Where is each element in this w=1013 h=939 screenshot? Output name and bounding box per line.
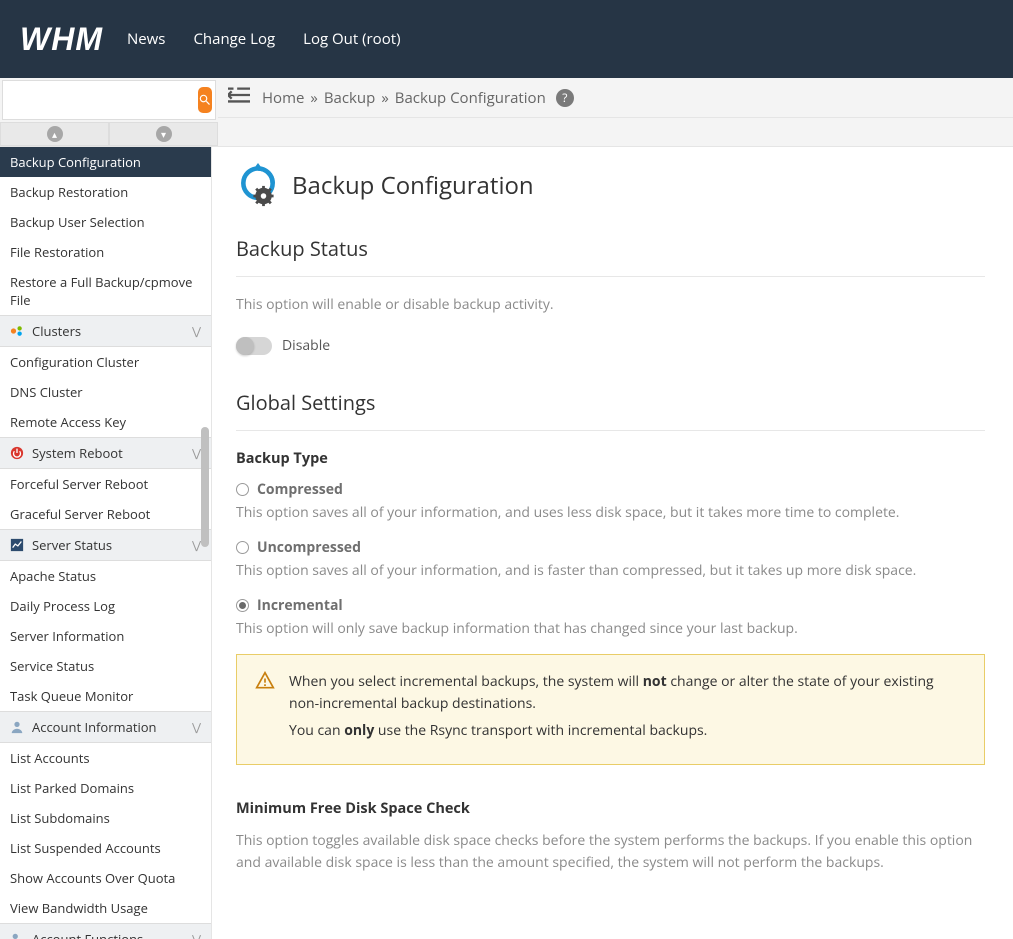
sidebar-group-server-status[interactable]: Server Status ⋁ (0, 529, 211, 561)
radio-uncompressed[interactable] (236, 541, 249, 554)
backup-configuration-icon (236, 163, 280, 207)
radio-incremental-label: Incremental (257, 596, 343, 615)
cluster-icon (10, 324, 24, 338)
top-nav: News Change Log Log Out (root) (127, 29, 401, 49)
radio-uncompressed-desc: This option saves all of your informatio… (236, 561, 985, 580)
backup-enable-toggle[interactable] (236, 337, 272, 355)
sidebar-item-graceful-reboot[interactable]: Graceful Server Reboot (0, 499, 211, 529)
sidebar-group-clusters[interactable]: Clusters ⋁ (0, 315, 211, 347)
radio-compressed[interactable] (236, 483, 249, 496)
sidebar-item-forceful-reboot[interactable]: Forceful Server Reboot (0, 469, 211, 499)
sidebar-item-service-status[interactable]: Service Status (0, 651, 211, 681)
radio-incremental-desc: This option will only save backup inform… (236, 619, 985, 638)
chevron-down-icon: ⋁ (192, 446, 201, 461)
chart-icon (10, 538, 24, 552)
backup-status-heading: Backup Status (236, 235, 985, 262)
min-disk-space-label: Minimum Free Disk Space Check (236, 799, 985, 818)
sidebar-item-backup-user-selection[interactable]: Backup User Selection (0, 207, 211, 237)
sidebar-group-system-reboot[interactable]: System Reboot ⋁ (0, 437, 211, 469)
warning-text: When you select incremental backups, the… (289, 671, 966, 748)
hamburger-icon (228, 86, 250, 104)
sidebar-item-daily-process-log[interactable]: Daily Process Log (0, 591, 211, 621)
sidebar-item-list-parked-domains[interactable]: List Parked Domains (0, 773, 211, 803)
toggle-label: Disable (282, 336, 330, 355)
sidebar-item-backup-configuration[interactable]: Backup Configuration (0, 147, 211, 177)
whm-logo: WHM (20, 21, 103, 58)
chevron-down-icon: ⋁ (192, 324, 201, 339)
top-header: WHM News Change Log Log Out (root) (0, 0, 1013, 78)
breadcrumb-home[interactable]: Home (262, 88, 304, 108)
sidebar-group-label: Clusters (32, 322, 81, 340)
scrollbar-thumb[interactable] (201, 427, 209, 547)
chevron-up-icon: ▴ (47, 126, 63, 142)
sidebar-item-list-accounts[interactable]: List Accounts (0, 743, 211, 773)
breadcrumb-backup[interactable]: Backup (324, 88, 375, 108)
collapse-all-button[interactable]: ▴ (0, 122, 109, 146)
radio-uncompressed-label: Uncompressed (257, 538, 361, 557)
chevron-down-icon: ⋁ (192, 538, 201, 553)
help-button[interactable]: ? (556, 89, 574, 107)
radio-compressed-desc: This option saves all of your informatio… (236, 503, 985, 522)
sidebar-item-view-bandwidth-usage[interactable]: View Bandwidth Usage (0, 893, 211, 923)
sidebar-group-account-functions[interactable]: Account Functions ⋁ (0, 923, 211, 939)
search-button[interactable] (198, 87, 212, 113)
backup-status-description: This option will enable or disable backu… (236, 295, 985, 314)
backup-type-label: Backup Type (236, 449, 985, 468)
user-icon (10, 720, 24, 734)
main-content: Backup Configuration Backup Status This … (212, 147, 1013, 939)
warning-icon (255, 671, 275, 748)
min-disk-space-desc: This option toggles available disk space… (236, 830, 985, 873)
chevron-down-icon: ⋁ (192, 720, 201, 735)
nav-log-out[interactable]: Log Out (root) (303, 29, 400, 49)
sidebar-group-account-information[interactable]: Account Information ⋁ (0, 711, 211, 743)
global-settings-heading: Global Settings (236, 389, 985, 416)
sidebar-group-label: System Reboot (32, 444, 123, 462)
chevron-down-icon: ⋁ (192, 932, 201, 939)
sidebar-group-label: Account Information (32, 718, 157, 736)
expand-all-button[interactable]: ▾ (109, 122, 218, 146)
sidebar-item-backup-restoration[interactable]: Backup Restoration (0, 177, 211, 207)
sidebar-item-apache-status[interactable]: Apache Status (0, 561, 211, 591)
sidebar-item-task-queue-monitor[interactable]: Task Queue Monitor (0, 681, 211, 711)
sidebar-group-label: Server Status (32, 536, 112, 554)
sidebar-item-dns-cluster[interactable]: DNS Cluster (0, 377, 211, 407)
nav-news[interactable]: News (127, 29, 166, 49)
sidebar-item-server-information[interactable]: Server Information (0, 621, 211, 651)
sidebar-item-restore-full-backup[interactable]: Restore a Full Backup/cpmove File (0, 267, 211, 315)
power-icon (10, 446, 24, 460)
sidebar-item-list-suspended-accounts[interactable]: List Suspended Accounts (0, 833, 211, 863)
sidebar-item-show-accounts-over-quota[interactable]: Show Accounts Over Quota (0, 863, 211, 893)
sub-bar: ▴ ▾ Home » Backup » Backup Configuration… (0, 78, 1013, 147)
sidebar-item-configuration-cluster[interactable]: Configuration Cluster (0, 347, 211, 377)
nav-change-log[interactable]: Change Log (193, 29, 275, 49)
breadcrumb-sep: » (381, 88, 388, 108)
sidebar-item-file-restoration[interactable]: File Restoration (0, 237, 211, 267)
search-icon (198, 93, 212, 107)
chevron-down-icon: ▾ (156, 126, 172, 142)
breadcrumb-bar: Home » Backup » Backup Configuration ? (218, 78, 1013, 118)
divider (236, 276, 985, 277)
page-title: Backup Configuration (292, 169, 534, 202)
sidebar-item-list-subdomains[interactable]: List Subdomains (0, 803, 211, 833)
breadcrumb-current: Backup Configuration (395, 88, 546, 108)
breadcrumb: Home » Backup » Backup Configuration ? (262, 88, 574, 108)
search-input[interactable] (9, 88, 198, 112)
sidebar-item-remote-access-key[interactable]: Remote Access Key (0, 407, 211, 437)
sidebar-group-label: Account Functions (32, 930, 143, 939)
incremental-warning-box: When you select incremental backups, the… (236, 654, 985, 765)
breadcrumb-sep: » (310, 88, 317, 108)
toggle-knob (236, 337, 254, 355)
radio-incremental[interactable] (236, 599, 249, 612)
divider (236, 430, 985, 431)
sidebar-topcontrols: ▴ ▾ (0, 78, 218, 146)
radio-compressed-label: Compressed (257, 480, 343, 499)
sidebar[interactable]: Backup Configuration Backup Restoration … (0, 147, 212, 939)
toggle-sidebar-button[interactable] (228, 86, 250, 109)
user-gear-icon (10, 932, 24, 939)
